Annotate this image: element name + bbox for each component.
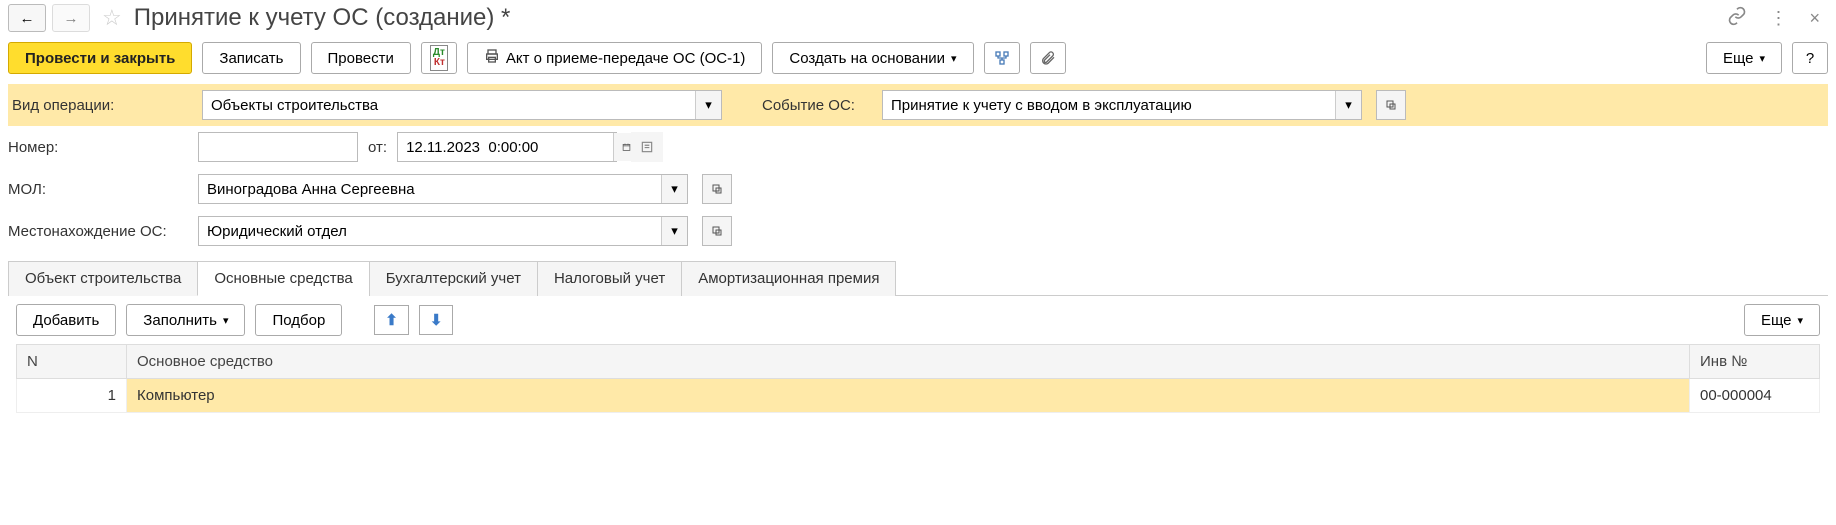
fill-label: Заполнить — [143, 312, 217, 329]
move-up-button[interactable]: ⬆ — [374, 305, 409, 335]
tabs-container: Объект строительства Основные средства Б… — [8, 260, 1828, 296]
tab-construction-object[interactable]: Объект строительства — [8, 261, 198, 296]
page-title: Принятие к учету ОС (создание) * — [134, 4, 1714, 32]
add-row-button[interactable]: Добавить — [16, 304, 116, 336]
arrow-down-icon: ⬇ — [430, 311, 443, 329]
arrow-up-icon: ⬆ — [385, 311, 398, 329]
dtkt-icon-button[interactable]: ДтКт — [421, 42, 457, 74]
dtkt-icon: ДтКт — [430, 45, 448, 71]
tab-more-button[interactable]: Еще ▾ — [1744, 304, 1820, 336]
open-external-icon — [1385, 99, 1397, 111]
pick-button[interactable]: Подбор — [255, 304, 342, 336]
tab-more-label: Еще — [1761, 312, 1792, 329]
cell-os-name[interactable]: Компьютер — [127, 379, 1690, 413]
cell-n: 1 — [17, 379, 127, 413]
event-os-label: Событие ОС: — [762, 97, 872, 114]
document-icon — [639, 140, 655, 154]
col-header-inv[interactable]: Инв № — [1690, 345, 1820, 379]
print-act-os1-button[interactable]: Акт о приеме-передаче ОС (ОС-1) — [467, 42, 763, 74]
favorite-star-icon[interactable]: ☆ — [96, 5, 128, 31]
chevron-down-icon: ▾ — [1759, 52, 1765, 65]
location-open-button[interactable] — [702, 216, 732, 246]
create-based-on-button[interactable]: Создать на основании ▾ — [772, 42, 973, 74]
dropdown-icon-button[interactable]: ▾ — [695, 91, 721, 119]
tab-tax-accounting[interactable]: Налоговый учет — [537, 261, 682, 296]
cell-inv-no: 00-000004 — [1690, 379, 1820, 413]
dropdown-icon-button[interactable]: ▾ — [1335, 91, 1361, 119]
dropdown-icon-button[interactable]: ▾ — [661, 217, 687, 245]
location-input[interactable] — [199, 217, 661, 245]
nav-forward-button[interactable]: → — [52, 4, 90, 32]
date-input[interactable] — [398, 133, 613, 161]
chevron-down-icon: ▾ — [951, 52, 957, 65]
post-button[interactable]: Провести — [311, 42, 411, 74]
structure-icon-button[interactable] — [984, 42, 1020, 74]
tab-fixed-assets[interactable]: Основные средства — [197, 261, 369, 296]
structure-icon — [994, 50, 1010, 66]
event-os-open-button[interactable] — [1376, 90, 1406, 120]
tab-depreciation-bonus[interactable]: Амортизационная премия — [681, 261, 896, 296]
paperclip-icon — [1040, 50, 1056, 66]
nav-back-button[interactable]: ← — [8, 4, 46, 32]
fixed-assets-table: N Основное средство Инв № 1 Компьютер 00… — [16, 344, 1820, 413]
dropdown-icon-button[interactable]: ▾ — [661, 175, 687, 203]
more-button[interactable]: Еще ▾ — [1706, 42, 1782, 74]
print-icon — [484, 48, 500, 68]
open-external-icon — [711, 183, 723, 195]
mol-input[interactable] — [199, 175, 661, 203]
calendar-icon — [622, 140, 631, 154]
operation-type-label: Вид операции: — [12, 97, 192, 114]
post-and-close-button[interactable]: Провести и закрыть — [8, 42, 192, 74]
write-button[interactable]: Записать — [202, 42, 300, 74]
open-external-icon — [711, 225, 723, 237]
number-label: Номер: — [8, 139, 188, 156]
operation-type-input[interactable] — [203, 91, 695, 119]
close-icon[interactable]: × — [1801, 8, 1828, 29]
from-label: от: — [368, 139, 387, 156]
create-based-label: Создать на основании — [789, 50, 945, 67]
link-icon[interactable] — [1719, 6, 1755, 31]
location-label: Местонахождение ОС: — [8, 223, 188, 240]
move-down-button[interactable]: ⬇ — [419, 305, 454, 335]
col-header-n[interactable]: N — [17, 345, 127, 379]
chevron-down-icon: ▾ — [1797, 314, 1803, 327]
attachment-icon-button[interactable] — [1030, 42, 1066, 74]
mol-open-button[interactable] — [702, 174, 732, 204]
chevron-down-icon: ▾ — [223, 314, 229, 327]
help-button[interactable]: ? — [1792, 42, 1828, 74]
col-header-os[interactable]: Основное средство — [127, 345, 1690, 379]
tab-accounting[interactable]: Бухгалтерский учет — [369, 261, 538, 296]
mol-label: МОЛ: — [8, 181, 188, 198]
print-act-label: Акт о приеме-передаче ОС (ОС-1) — [506, 50, 746, 67]
more-label: Еще — [1723, 50, 1754, 67]
table-row[interactable]: 1 Компьютер 00-000004 — [17, 379, 1820, 413]
fill-button[interactable]: Заполнить ▾ — [126, 304, 245, 336]
event-os-input[interactable] — [883, 91, 1335, 119]
document-detail-button[interactable] — [631, 132, 663, 162]
kebab-menu-icon[interactable]: ⋮ — [1761, 8, 1795, 29]
